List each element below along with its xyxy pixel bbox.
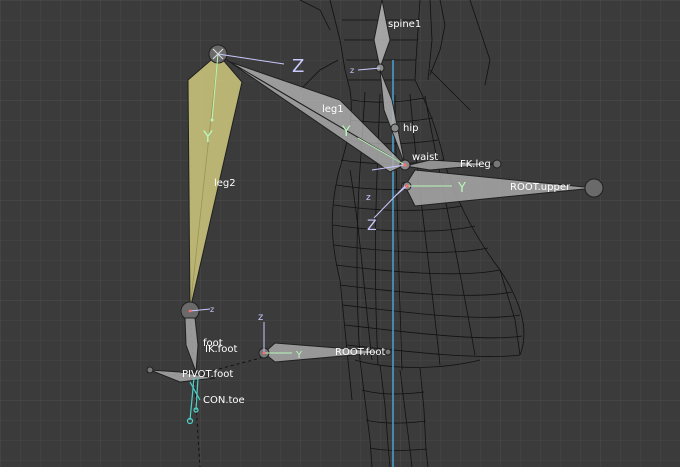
bone-label-spine1: spine1 <box>388 19 421 30</box>
bone-label-root-foot: ROOT.foot <box>335 347 386 358</box>
axis-label-y-root-foot: Y <box>295 350 303 361</box>
bone-label-pivot-foot: PIVOT.foot <box>182 369 233 380</box>
axis-label-y-root-upper: Y <box>457 181 466 196</box>
bone-label-fk-leg: FK.leg <box>460 159 491 170</box>
axis-label-z-hip: Z <box>367 218 377 234</box>
axis-label-z-small-hip: z <box>366 193 371 203</box>
bone-label-con-toe: CON.toe <box>203 395 245 406</box>
bone-label-root-upper: ROOT.upper <box>510 182 571 193</box>
bone-label-leg2: leg2 <box>214 178 236 189</box>
viewport-grid-major <box>0 0 680 467</box>
axis-label-z-foot: z <box>210 305 214 314</box>
armature-scene[interactable]: Z Y Y Y Z z z Y z z spine1 leg1 hip wais… <box>0 0 680 467</box>
bone-label-leg1: leg1 <box>322 104 344 115</box>
axis-label-y-leg2: Y <box>202 127 213 146</box>
axis-label-z-root-foot: z <box>258 312 263 323</box>
axis-label-z-spine1: z <box>350 66 354 75</box>
axis-label-z-large: Z <box>292 56 304 77</box>
bone-label-hip: hip <box>403 123 418 134</box>
axis-label-y-leg1: Y <box>341 124 351 140</box>
bone-label-waist: waist <box>412 152 438 163</box>
bone-label-ik-foot: IK.foot <box>205 344 237 355</box>
3d-viewport[interactable]: Z Y Y Y Z z z Y z z spine1 leg1 hip wais… <box>0 0 680 467</box>
